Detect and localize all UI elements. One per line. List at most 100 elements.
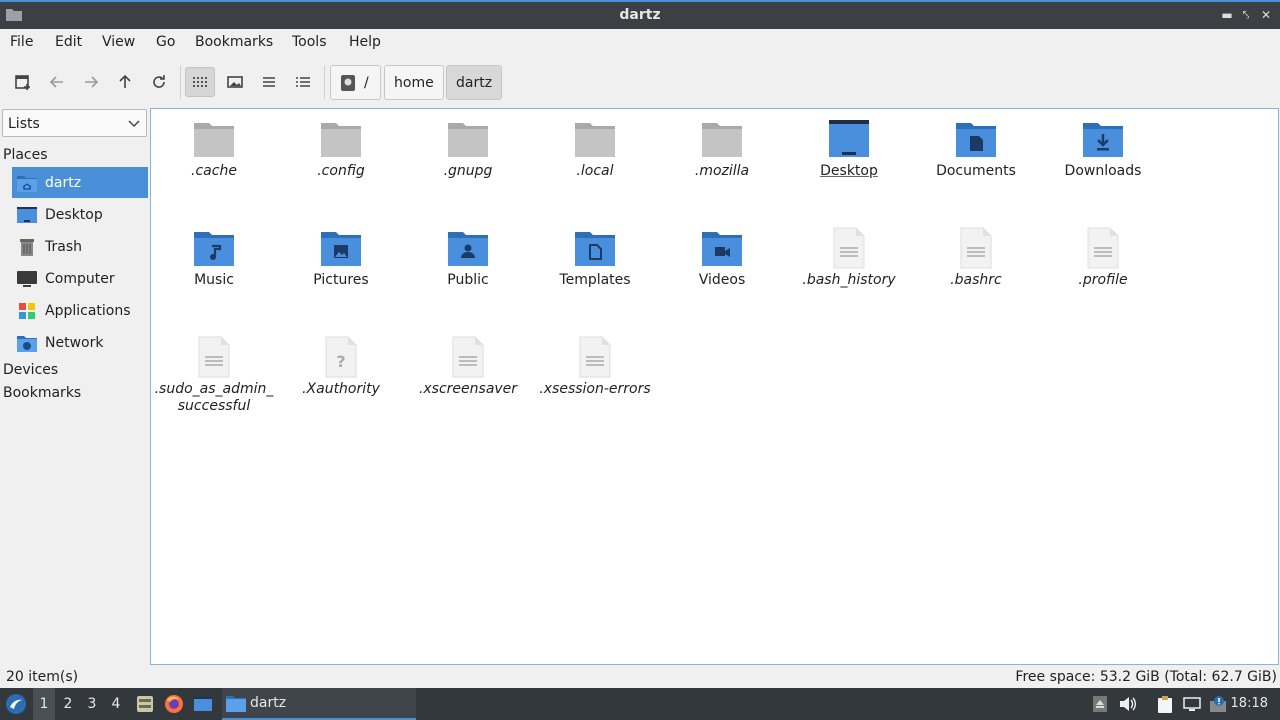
- file-item-public[interactable]: Public: [408, 226, 528, 289]
- folder-icon: [448, 123, 488, 157]
- file-name: .mozilla: [694, 163, 750, 179]
- show-desktop-button[interactable]: [191, 688, 215, 720]
- places-heading[interactable]: Places: [3, 147, 48, 163]
- unknown-file-icon: ?: [325, 336, 357, 378]
- file-item-downloads[interactable]: Downloads: [1043, 117, 1163, 180]
- workspace-1[interactable]: 1: [33, 688, 55, 720]
- file-manager-launcher[interactable]: [133, 688, 157, 720]
- minimize-button[interactable]: ▬: [1219, 7, 1235, 23]
- file-item-xscreensaver[interactable]: .xscreensaver: [408, 335, 528, 398]
- file-item-music[interactable]: Music: [154, 226, 274, 289]
- folder-icon: [194, 123, 234, 157]
- menu-bookmarks[interactable]: Bookmarks: [195, 34, 273, 50]
- icon-view-button[interactable]: [185, 67, 215, 97]
- trash-icon: [16, 236, 38, 258]
- file-name: Downloads: [1064, 163, 1142, 179]
- side-pane-mode-select[interactable]: Lists: [2, 109, 147, 137]
- breadcrumb-home-label: home: [394, 74, 434, 91]
- breadcrumb-home[interactable]: home: [384, 65, 444, 100]
- file-item-sudo-as-admin-successful[interactable]: .sudo_as_admin_ successful: [154, 335, 274, 415]
- list-icon: [263, 77, 275, 87]
- file-name: Videos: [698, 272, 746, 288]
- sidebar-item-label: Applications: [45, 302, 131, 319]
- file-cabinet-icon: [137, 696, 153, 712]
- file-name: .Xauthority: [302, 381, 380, 397]
- free-space: Free space: 53.2 GiB (Total: 62.7 GiB): [1015, 669, 1277, 685]
- workspace-4[interactable]: 4: [105, 688, 127, 720]
- menu-file[interactable]: File: [10, 34, 33, 50]
- clipboard-button[interactable]: [1154, 688, 1176, 720]
- breadcrumb-dartz[interactable]: dartz: [446, 65, 503, 100]
- file-name: .local: [576, 163, 614, 179]
- file-item-local[interactable]: .local: [535, 117, 655, 180]
- text-file-icon: [1087, 227, 1119, 269]
- start-menu-button[interactable]: [2, 688, 30, 720]
- desktop-icon: [194, 697, 212, 711]
- file-view[interactable]: .cache .config .gnupg .local .mozilla De…: [150, 108, 1279, 665]
- notification-button[interactable]: [1207, 688, 1229, 720]
- firefox-launcher[interactable]: [162, 688, 186, 720]
- close-button[interactable]: ✕: [1258, 7, 1274, 23]
- thumbnail-view-button[interactable]: [220, 67, 250, 97]
- forward-button[interactable]: [76, 67, 106, 97]
- volume-button[interactable]: [1117, 688, 1139, 720]
- sidebar-item-applications[interactable]: Applications: [12, 295, 148, 326]
- file-item-documents[interactable]: Documents: [916, 117, 1036, 180]
- file-item-bashrc[interactable]: .bashrc: [916, 226, 1036, 289]
- tray-expand-button[interactable]: [1090, 688, 1110, 720]
- chevron-down-icon: [128, 120, 140, 128]
- folder-public-icon: [448, 232, 488, 266]
- firefox-icon: [165, 695, 183, 713]
- back-button[interactable]: [42, 67, 72, 97]
- file-item-gnupg[interactable]: .gnupg: [408, 117, 528, 180]
- menu-view[interactable]: View: [102, 34, 135, 50]
- window-title: dartz: [619, 7, 661, 23]
- sidebar-item-computer[interactable]: Computer: [12, 263, 148, 294]
- workspace-3[interactable]: 3: [81, 688, 103, 720]
- sidebar-item-network[interactable]: Network: [12, 327, 148, 358]
- file-item-xauthority[interactable]: ? .Xauthority: [281, 335, 401, 398]
- sidebar-item-dartz[interactable]: dartz: [12, 167, 148, 198]
- file-name: Music: [194, 272, 234, 288]
- toolbar-separator: [180, 66, 181, 99]
- sidebar-item-label: dartz: [45, 174, 82, 191]
- item-count: 20 item(s): [6, 669, 79, 685]
- clock[interactable]: 18:18: [1231, 696, 1268, 711]
- new-tab-button[interactable]: [8, 67, 38, 97]
- arrow-left-icon: [49, 76, 63, 88]
- sidebar-item-label: Network: [45, 334, 104, 351]
- up-button[interactable]: [110, 67, 140, 97]
- file-item-config[interactable]: .config: [281, 117, 401, 180]
- breadcrumb-root[interactable]: /: [330, 65, 381, 100]
- file-item-videos[interactable]: Videos: [662, 226, 782, 289]
- clipboard-icon: [1158, 696, 1172, 713]
- file-name: .profile: [1078, 272, 1128, 288]
- file-item-xsession-errors[interactable]: .xsession-errors: [535, 335, 655, 398]
- workspace-2[interactable]: 2: [57, 688, 79, 720]
- detailed-list-view-button[interactable]: [288, 67, 318, 97]
- network-button[interactable]: [1181, 688, 1203, 720]
- file-item-mozilla[interactable]: .mozilla: [662, 117, 782, 180]
- sidebar-item-trash[interactable]: Trash: [12, 231, 148, 262]
- sidebar-item-desktop[interactable]: Desktop: [12, 199, 148, 230]
- menu-help[interactable]: Help: [349, 34, 381, 50]
- status-bar: 20 item(s) Free space: 53.2 GiB (Total: …: [0, 667, 1280, 688]
- maximize-button[interactable]: ⤣: [1238, 7, 1254, 23]
- sidebar-item-label: Trash: [45, 238, 82, 255]
- folder-videos-icon: [702, 232, 742, 266]
- file-item-desktop[interactable]: Desktop: [789, 117, 909, 180]
- file-item-profile[interactable]: .profile: [1043, 226, 1163, 289]
- bookmarks-heading[interactable]: Bookmarks: [3, 385, 81, 401]
- file-item-cache[interactable]: .cache: [154, 117, 274, 180]
- file-item-bash-history[interactable]: .bash_history: [789, 226, 909, 289]
- file-item-templates[interactable]: Templates: [535, 226, 655, 289]
- file-name: .config: [317, 163, 365, 179]
- menu-go[interactable]: Go: [156, 34, 175, 50]
- devices-heading[interactable]: Devices: [3, 362, 58, 378]
- taskbar-window-dartz[interactable]: dartz: [222, 688, 416, 720]
- reload-button[interactable]: [144, 67, 174, 97]
- compact-view-button[interactable]: [254, 67, 284, 97]
- file-item-pictures[interactable]: Pictures: [281, 226, 401, 289]
- menu-edit[interactable]: Edit: [55, 34, 82, 50]
- menu-tools[interactable]: Tools: [292, 34, 327, 50]
